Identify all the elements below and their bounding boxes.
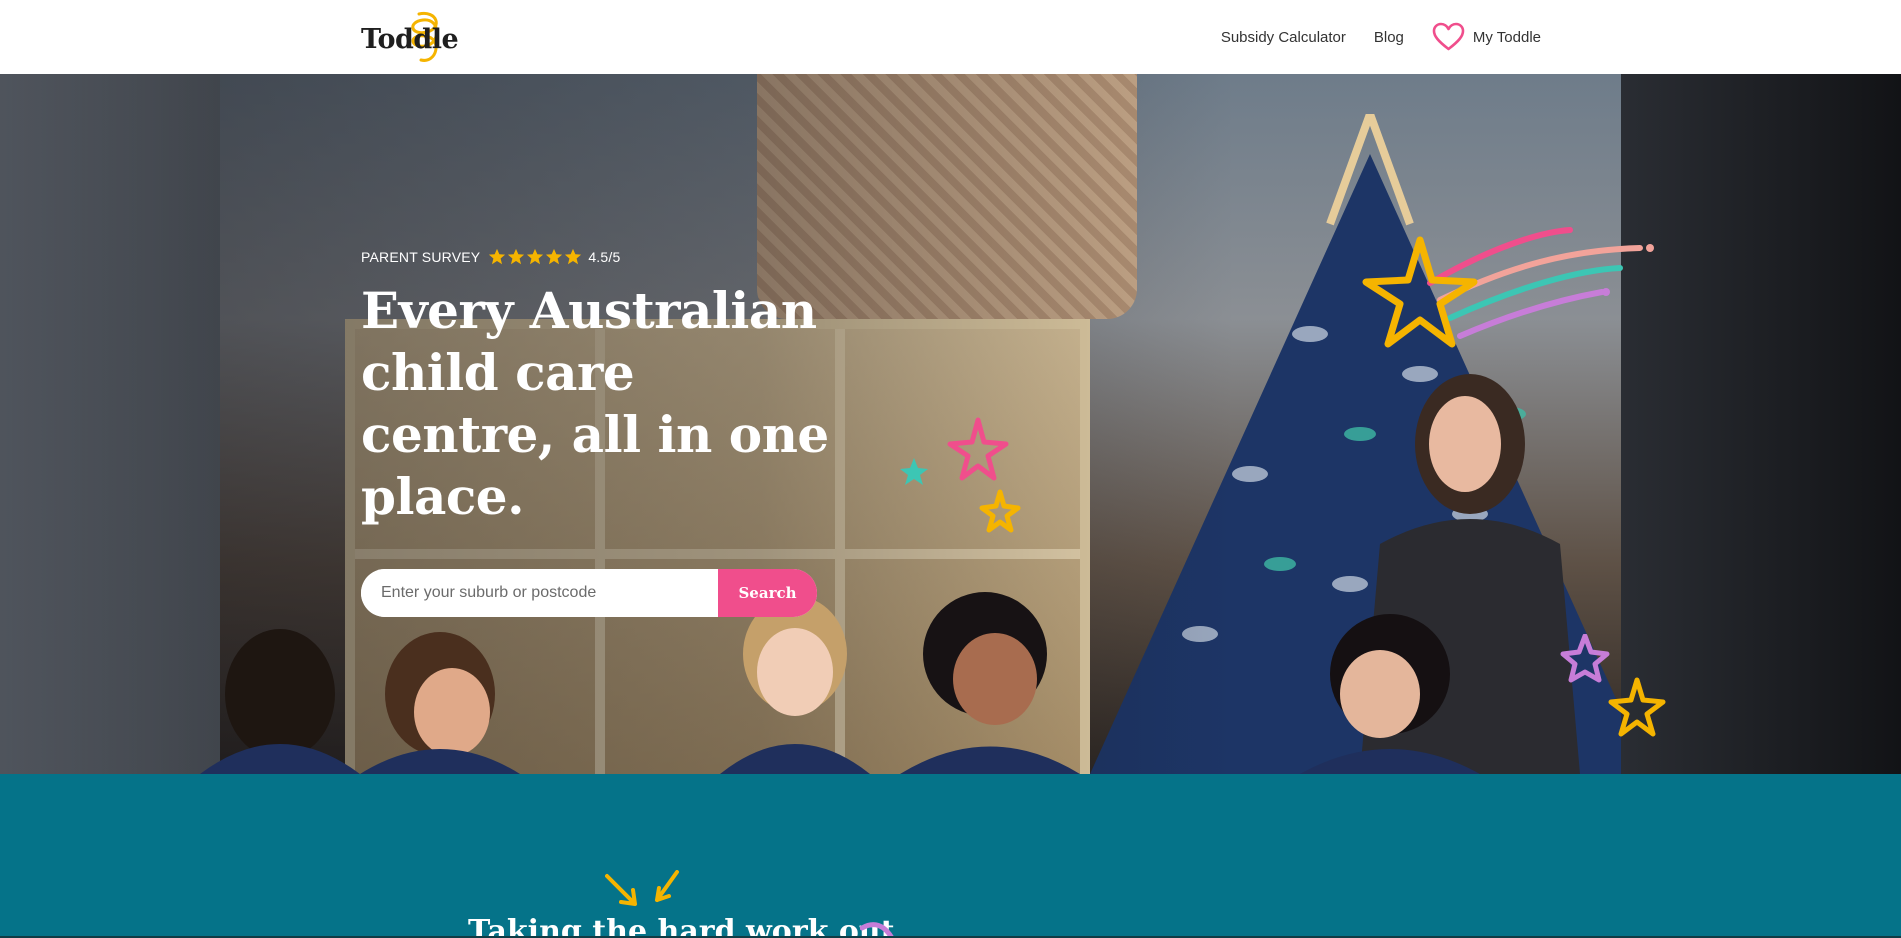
- nav-link-blog[interactable]: Blog: [1374, 29, 1404, 46]
- my-toddle-label: My Toddle: [1472, 28, 1541, 46]
- star-icon: [489, 248, 506, 265]
- location-search-form: Search: [361, 569, 817, 617]
- hero-section: PARENT SURVEY 4.5/5 Every Australian chi…: [0, 74, 1901, 774]
- toddle-logo[interactable]: Toddle: [361, 8, 459, 68]
- decor-shooting-star-icon: [1362, 227, 1654, 348]
- decor-stars-right-icon: [1560, 634, 1666, 737]
- my-toddle-link[interactable]: My Toddle: [1432, 22, 1541, 52]
- arrows-doodle-icon: [605, 870, 679, 906]
- suburb-postcode-input[interactable]: [361, 569, 718, 617]
- star-icon: [527, 248, 544, 265]
- star-icon: [508, 248, 525, 265]
- features-section: Taking the hard work out: [0, 774, 1901, 938]
- nav-link-subsidy-calculator[interactable]: Subsidy Calculator: [1221, 29, 1346, 46]
- parent-survey-rating: PARENT SURVEY 4.5/5: [361, 248, 861, 266]
- section-title: Taking the hard work out: [468, 914, 895, 938]
- hero-content: PARENT SURVEY 4.5/5 Every Australian chi…: [361, 248, 861, 528]
- star-icon: [546, 248, 563, 265]
- survey-label: PARENT SURVEY: [361, 249, 481, 265]
- rating-value: 4.5/5: [588, 249, 621, 265]
- search-button[interactable]: Search: [718, 569, 817, 617]
- half-star-icon: [565, 248, 582, 265]
- decor-stars-left-icon: [900, 417, 1021, 533]
- rating-stars: [488, 248, 582, 266]
- heart-icon: [1432, 22, 1465, 51]
- hero-headline: Every Australian child care centre, all …: [361, 281, 829, 526]
- nav-links: Subsidy Calculator Blog My Toddle: [1221, 0, 1541, 74]
- top-navbar: Toddle Subsidy Calculator Blog My Toddle: [0, 0, 1901, 74]
- logo-text: Toddle: [361, 24, 459, 55]
